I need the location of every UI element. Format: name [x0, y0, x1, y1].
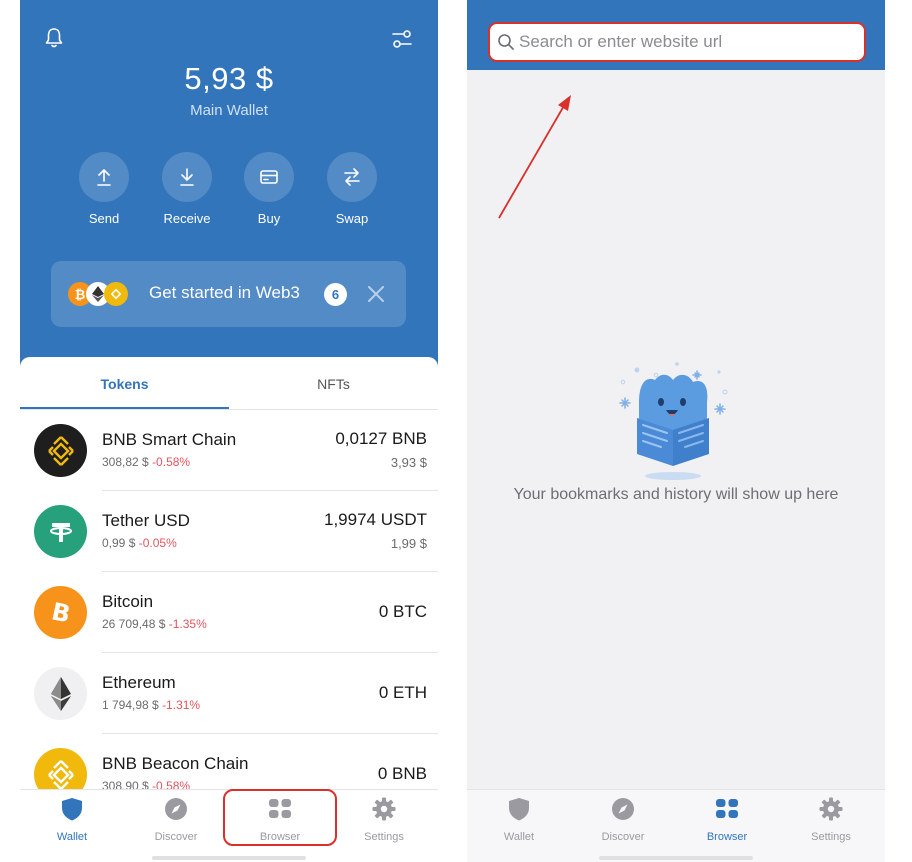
nav-settings[interactable]: Settings — [779, 796, 883, 843]
token-price: 1 794,98 $ — [102, 698, 159, 712]
token-change: -1.31% — [162, 698, 201, 712]
tether-icon — [34, 505, 87, 558]
browser-screen: Your bookmarks and history will show up … — [467, 0, 885, 862]
compass-icon — [612, 798, 634, 820]
book-reader-illustration-icon — [619, 362, 728, 480]
token-name: BNB Smart Chain — [102, 430, 237, 449]
token-name: BNB Beacon Chain — [102, 754, 249, 773]
token-price-line: 308,82 $ -0.58% — [102, 455, 190, 469]
bnb-smart-chain-icon — [34, 424, 87, 477]
empty-state-message: Your bookmarks and history will show up … — [513, 486, 839, 503]
tab-tokens[interactable]: Tokens — [20, 376, 229, 392]
swap-label: Swap — [335, 211, 369, 226]
shield-icon — [509, 798, 529, 821]
shield-icon — [62, 798, 82, 821]
card-icon — [260, 170, 278, 184]
token-price: 0,99 $ — [102, 536, 136, 550]
send-label: Send — [88, 211, 120, 226]
token-name: Ethereum — [102, 673, 176, 692]
sliders-icon[interactable] — [390, 27, 414, 51]
nav-browser[interactable]: Browser — [675, 796, 779, 843]
swap-button[interactable]: Swap — [317, 152, 387, 226]
token-price: 308,82 $ — [102, 455, 149, 469]
arrow-up-icon — [97, 169, 111, 186]
gear-icon — [819, 797, 843, 821]
bottom-nav: Wallet Discover Browser Settings — [467, 789, 885, 862]
nav-label: Wallet — [503, 831, 535, 843]
swap-icon — [344, 168, 360, 186]
nav-label: Browser — [706, 831, 748, 843]
token-amount: 0 ETH — [378, 683, 427, 702]
browser-tab-highlight — [223, 789, 337, 846]
send-button[interactable]: Send — [69, 152, 139, 226]
wallet-header: 5,93 $ Main Wallet Send Receive Buy Swap… — [20, 0, 438, 372]
nav-label: Wallet — [56, 831, 88, 843]
browser-header — [467, 0, 885, 70]
token-amount: 1,9974 USDT — [324, 510, 427, 529]
nav-discover[interactable]: Discover — [124, 796, 228, 843]
nav-label: Discover — [154, 831, 198, 843]
token-panel: Tokens NFTs BNB Smart Chain 308,82 $ -0.… — [20, 357, 438, 862]
token-row[interactable]: Tether USD 0,99 $ -0.05% 1,9974 USDT 1,9… — [20, 491, 438, 572]
token-row[interactable]: B Bitcoin 26 709,48 $ -1.35% 0 BTC — [20, 572, 438, 653]
nav-wallet[interactable]: Wallet — [20, 796, 124, 843]
bnb-icon — [104, 282, 128, 306]
wallet-screen: 5,93 $ Main Wallet Send Receive Buy Swap… — [20, 0, 438, 862]
token-amount: 0 BTC — [378, 602, 427, 621]
tab-nfts[interactable]: NFTs — [229, 376, 438, 392]
close-icon[interactable] — [367, 285, 385, 303]
wallet-balance: 5,93 $ — [184, 61, 274, 96]
bell-icon[interactable] — [44, 27, 64, 49]
token-price-line: 1 794,98 $ -1.31% — [102, 698, 200, 712]
ethereum-icon — [34, 667, 87, 720]
nav-label: Discover — [601, 831, 645, 843]
banner-count-badge: 6 — [324, 283, 347, 306]
nav-label: Settings — [364, 831, 404, 843]
token-change: -0.58% — [152, 455, 191, 469]
home-indicator — [599, 856, 753, 860]
receive-label: Receive — [163, 211, 211, 226]
gear-icon — [372, 797, 396, 821]
nav-settings[interactable]: Settings — [332, 796, 436, 843]
banner-text: Get started in Web3 — [149, 283, 300, 302]
home-indicator — [152, 856, 306, 860]
web3-banner[interactable]: ₿ Get started in Web3 6 — [51, 261, 406, 327]
token-fiat-value: 3,93 $ — [390, 455, 427, 470]
token-row[interactable]: BNB Smart Chain 308,82 $ -0.58% 0,0127 B… — [20, 410, 438, 491]
buy-label: Buy — [257, 211, 281, 226]
token-change: -1.35% — [168, 617, 207, 631]
token-name: Tether USD — [102, 511, 190, 530]
receive-button[interactable]: Receive — [152, 152, 222, 226]
wallet-name[interactable]: Main Wallet — [20, 102, 438, 119]
token-amount: 0,0127 BNB — [335, 429, 427, 448]
svg-text:B: B — [49, 598, 73, 628]
token-change: -0.05% — [138, 536, 177, 550]
token-price-line: 26 709,48 $ -1.35% — [102, 617, 207, 631]
search-icon — [498, 34, 514, 50]
nav-label: Settings — [811, 831, 851, 843]
grid-icon — [716, 799, 738, 818]
search-bar[interactable] — [488, 22, 866, 62]
token-price-line: 0,99 $ -0.05% — [102, 536, 177, 550]
arrow-down-icon — [180, 168, 194, 186]
search-input[interactable] — [519, 29, 849, 55]
nav-discover[interactable]: Discover — [571, 796, 675, 843]
compass-icon — [165, 798, 187, 820]
buy-button[interactable]: Buy — [234, 152, 304, 226]
bitcoin-icon: B — [34, 586, 87, 639]
coin-stack-icon: ₿ — [68, 282, 130, 306]
token-price: 26 709,48 $ — [102, 617, 166, 631]
token-fiat-value: 1,99 $ — [390, 536, 427, 551]
token-row[interactable]: Ethereum 1 794,98 $ -1.31% 0 ETH — [20, 653, 438, 734]
token-amount: 0 BNB — [377, 764, 427, 783]
token-name: Bitcoin — [102, 592, 154, 611]
nav-wallet[interactable]: Wallet — [467, 796, 571, 843]
